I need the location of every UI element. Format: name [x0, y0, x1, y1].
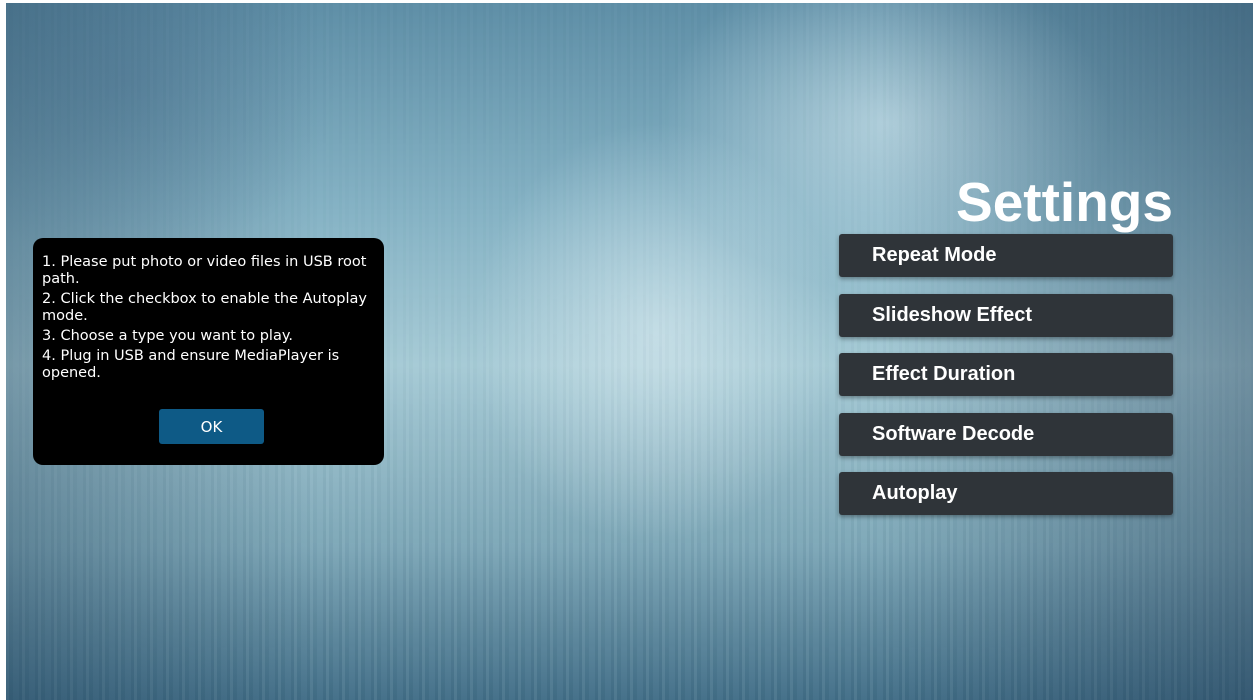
menu-item-software-decode[interactable]: Software Decode [839, 412, 1173, 456]
autoplay-instructions-dialog: 1. Please put photo or video files in US… [33, 238, 384, 465]
instruction-line-4: 4. Plug in USB and ensure MediaPlayer is… [42, 348, 340, 381]
menu-item-repeat-mode[interactable]: Repeat Mode [839, 234, 1173, 277]
settings-screen: 1. Please put photo or video files in US… [6, 3, 1253, 700]
instruction-line-3: 3. Choose a type you want to play. [42, 328, 293, 344]
menu-item-effect-duration[interactable]: Effect Duration [839, 353, 1173, 396]
menu-item-autoplay[interactable]: Autoplay [839, 472, 1173, 515]
instruction-line-2: 2. Click the checkbox to enable the Auto… [42, 291, 367, 324]
instruction-line-1: 1. Please put photo or video files in US… [42, 254, 367, 287]
page-title: Settings [956, 171, 1173, 233]
ok-button[interactable]: OK [159, 409, 264, 444]
menu-item-slideshow-effect[interactable]: Slideshow Effect [839, 293, 1173, 337]
settings-menu: Repeat Mode Slideshow Effect Effect Dura… [839, 234, 1173, 532]
